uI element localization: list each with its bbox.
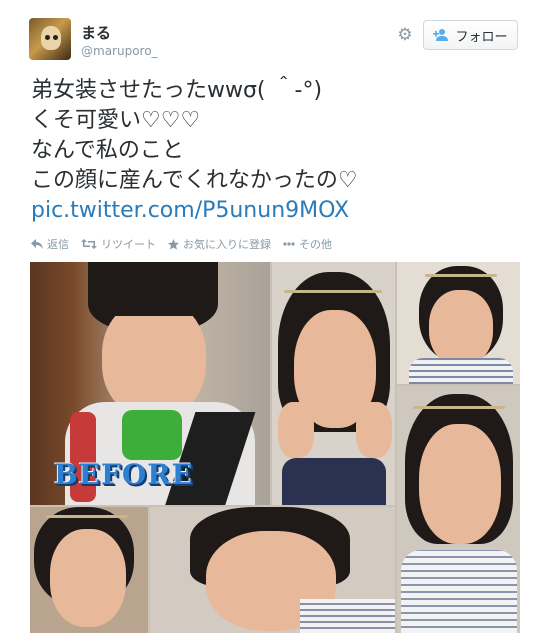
- tweet-line: くそ可愛い♡♡♡: [31, 108, 201, 133]
- photo-tile-top-middle: [272, 262, 395, 505]
- reply-icon: [31, 239, 43, 249]
- tweet-line: なんで私のこと: [31, 138, 184, 163]
- favorite-label: お気に入りに登録: [183, 238, 271, 251]
- more-dots-icon: [283, 242, 295, 246]
- tweet-line: この顔に産んでくれなかったの♡: [31, 168, 358, 193]
- tweet-image-link[interactable]: pic.twitter.com/P5unun9MOX: [31, 196, 349, 226]
- reply-button[interactable]: 返信: [31, 236, 69, 252]
- avatar-face: [41, 26, 61, 50]
- more-button[interactable]: その他: [283, 236, 332, 252]
- photo-tile-bottom-middle: [150, 507, 395, 633]
- photo-tile-before: BEFORE: [30, 262, 270, 505]
- photo-tile-bottom-left: [30, 507, 148, 633]
- tweet-text: 弟女装させたったwwσ( ＾-°) くそ可愛い♡♡♡ なんで私のこと この顔に産…: [31, 76, 521, 196]
- photo-tile-right: [397, 386, 520, 633]
- before-label: BEFORE: [54, 458, 194, 491]
- avatar[interactable]: [29, 18, 71, 60]
- star-icon: [168, 238, 179, 250]
- display-name[interactable]: まる: [81, 22, 111, 43]
- gear-icon[interactable]: ⚙: [396, 26, 414, 44]
- retweet-label: リツイート: [101, 238, 156, 251]
- favorite-button[interactable]: お気に入りに登録: [168, 236, 271, 252]
- avatar-eye-left: [45, 35, 50, 40]
- retweet-icon: [81, 239, 97, 249]
- tweet-actions: 返信 リツイート お気に入りに登録 その他: [31, 235, 344, 253]
- photo-tile-top-right: [397, 262, 520, 384]
- more-label: その他: [299, 238, 332, 251]
- tweet-photo[interactable]: BEFORE: [30, 262, 520, 633]
- reply-label: 返信: [47, 238, 69, 251]
- follow-label: フォロー: [455, 29, 508, 45]
- follow-button[interactable]: フォロー: [423, 20, 518, 50]
- tweet-line: 弟女装させたったwwσ( ＾-°): [31, 78, 323, 103]
- avatar-eye-right: [53, 35, 58, 40]
- add-person-icon: [433, 29, 449, 41]
- screen-name[interactable]: @maruporo_: [81, 44, 158, 58]
- retweet-button[interactable]: リツイート: [81, 236, 156, 252]
